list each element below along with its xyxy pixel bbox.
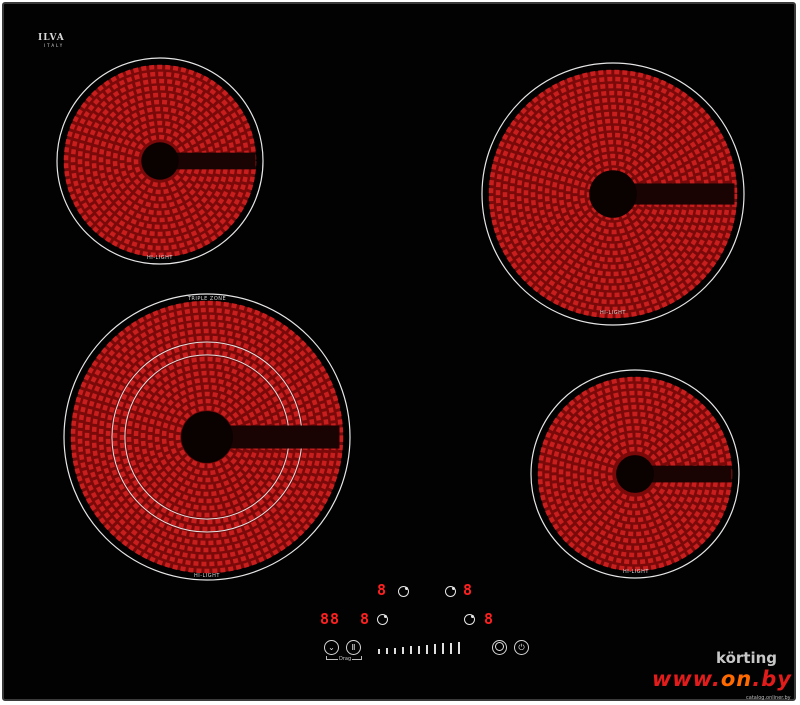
slider-step[interactable] xyxy=(426,644,428,654)
brand-sub: ITALY xyxy=(44,43,65,48)
slider-step[interactable] xyxy=(386,648,388,654)
watermark-small: catalog.onliner.by xyxy=(746,695,791,701)
watermark-site-c: .by xyxy=(752,667,792,691)
slider-step[interactable] xyxy=(394,647,396,654)
watermark-site: www.on.by xyxy=(652,667,792,691)
watermark-site-a: www. xyxy=(652,667,721,691)
zone-label-rear-left: HI-LIGHT xyxy=(147,255,173,261)
watermark-site-b: on xyxy=(720,667,753,691)
zone-select-rear-left[interactable] xyxy=(398,586,409,597)
timer-button[interactable]: ⌄ xyxy=(324,640,339,655)
display-rear-right: 8 xyxy=(463,581,474,599)
display-front-right: 8 xyxy=(484,610,495,628)
zone-label-front-left: HI-LIGHT xyxy=(194,573,220,579)
slider-step[interactable] xyxy=(434,644,436,654)
coil-front-left xyxy=(63,293,351,581)
cooking-zone-front-left[interactable] xyxy=(63,293,351,581)
chevron-down-icon: ⌄ xyxy=(328,643,335,652)
coil-rear-right xyxy=(481,62,745,326)
slider-step[interactable] xyxy=(450,642,452,654)
brand-logo: ILVA ITALY xyxy=(38,33,65,49)
watermark-korting: körting xyxy=(716,649,778,667)
slider-step[interactable] xyxy=(410,646,412,654)
cooking-zone-rear-right[interactable] xyxy=(481,62,745,326)
power-icon: ⏻ xyxy=(518,643,525,652)
slider-step[interactable] xyxy=(418,645,420,654)
display-front-left: 8 xyxy=(360,610,371,628)
zone-label-front-right: HI-LIGHT xyxy=(623,569,649,575)
pause-button[interactable]: Ⅱ xyxy=(346,640,361,655)
zone-select-front-right[interactable] xyxy=(464,614,475,625)
zone-select-front-left[interactable] xyxy=(377,614,388,625)
cooking-zone-front-right[interactable] xyxy=(530,369,740,579)
slider-step[interactable] xyxy=(402,646,404,654)
brand-name: ILVA xyxy=(38,33,65,43)
slider-step[interactable] xyxy=(378,649,380,654)
zone-select-rear-right[interactable] xyxy=(445,586,456,597)
power-button[interactable]: ⏻ xyxy=(514,640,529,655)
watermark: körting www.on.by catalog.onliner.by xyxy=(650,649,800,704)
pause-icon: Ⅱ xyxy=(351,643,356,652)
double-circle-icon xyxy=(495,642,504,651)
coil-front-right xyxy=(530,369,740,579)
zone-label-rear-right: HI-LIGHT xyxy=(600,310,626,316)
coil-rear-left xyxy=(56,57,264,265)
power-slider[interactable] xyxy=(378,642,482,654)
slider-step[interactable] xyxy=(442,643,444,654)
display-timer: 88 xyxy=(320,610,341,628)
slider-step[interactable] xyxy=(458,642,460,654)
booster-button[interactable] xyxy=(492,640,507,655)
drag-label: Drag xyxy=(338,656,353,662)
display-rear-left: 8 xyxy=(377,581,388,599)
zone-top-label-front-left: TRIPLE ZONE xyxy=(187,296,227,302)
cooking-zone-rear-left[interactable] xyxy=(56,57,264,265)
hob-product-image: ILVA ITALY HI-LIGHT HI-LIGHT TRIPLE ZONE… xyxy=(0,0,800,705)
